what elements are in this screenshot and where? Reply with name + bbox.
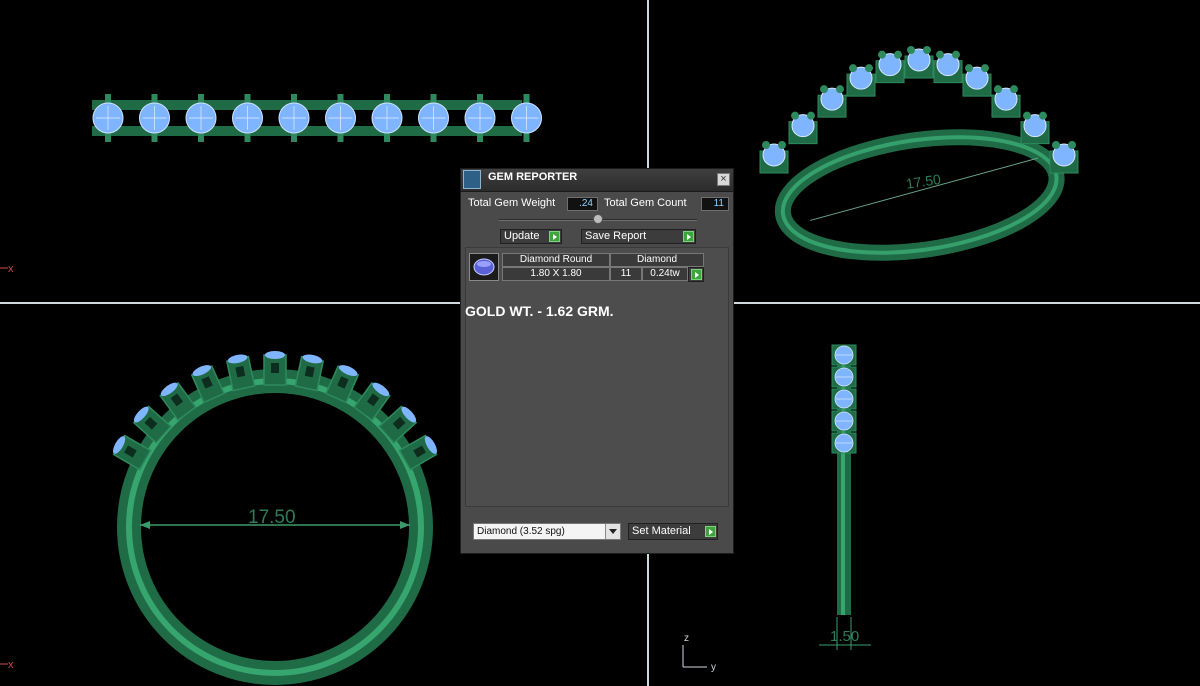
total-gem-weight-label: Total Gem Weight [468,197,556,209]
save-report-button-label: Save Report [585,230,647,242]
prong-tip [923,46,931,54]
dimension-line-perspective [810,157,1038,221]
diamond-round-icon[interactable] [469,253,499,281]
panel-slider-knob[interactable] [593,214,603,224]
prong-tip [807,111,815,120]
ring-band-top [92,94,542,142]
gold-weight-note: GOLD WT. - 1.62 GRM. [465,303,614,319]
play-arrow-icon [705,526,716,537]
play-arrow-icon [683,231,694,242]
axis-x-label-front: x [8,659,14,671]
axis-y-label: y [711,662,716,673]
material-select[interactable]: Diamond (3.52 spg) [473,523,621,540]
prong-tip [1010,85,1018,94]
prong-tip [1068,141,1076,149]
prong-tip [907,46,915,54]
dimension-label-side: 1.50 [830,628,859,645]
dimension-arrow-left [140,521,150,529]
gem-row-go-button[interactable] [688,267,704,282]
material-select-value: Diamond (3.52 spg) [477,526,565,537]
prong-tip [981,64,989,73]
axis-x-label-top: x [8,263,14,275]
dialog-title: GEM REPORTER [488,171,578,183]
prong-tip [865,64,873,73]
prong-tip [820,85,828,94]
close-icon[interactable]: × [717,173,730,186]
gem-shape-cell[interactable]: Diamond Round [502,253,610,267]
prong-tip [994,85,1002,94]
save-report-button[interactable]: Save Report [581,229,696,244]
axis-z-label: z [684,633,689,644]
gem-reporter-dialog: GEM REPORTER × Total Gem Weight .24 Tota… [460,168,734,554]
update-button-label: Update [504,230,540,242]
total-gem-count-label: Total Gem Count [604,197,687,209]
gem-size-cell[interactable]: 1.80 X 1.80 [502,267,610,281]
total-gem-weight-value: .24 [567,197,598,211]
gem-list-panel [465,247,729,507]
prong-tip [762,141,770,149]
gem-stone [265,351,285,359]
prong-tip [1023,111,1031,120]
dialog-titlebar[interactable]: GEM REPORTER × [461,169,733,192]
prong-tip [952,50,960,59]
gem-reporter-app-icon [463,170,481,189]
play-arrow-icon [691,269,702,280]
prong-tip [1039,111,1047,120]
chevron-down-icon[interactable] [605,524,620,539]
dimension-label-perspective: 17.50 [905,171,942,192]
prong-tip [791,111,799,120]
dimension-label-front: 17.50 [248,507,296,528]
gem-column-side [831,344,857,454]
prong-tip [849,64,857,73]
gem-material-cell[interactable]: Diamond [610,253,704,267]
set-material-button[interactable]: Set Material [628,523,718,540]
prong-tip [778,141,786,149]
total-gem-count-value: 11 [701,197,729,211]
play-arrow-icon [549,231,560,242]
set-material-button-label: Set Material [632,525,691,537]
prong-tip [894,50,902,59]
prong-tip [936,50,944,59]
prong-tip [1052,141,1060,149]
prong-tip [878,50,886,59]
gem-basket-window [271,363,279,373]
gem-setting [263,351,287,386]
gem-count-cell[interactable]: 11 [610,267,642,281]
gem-weight-cell[interactable]: 0.24tw [642,267,688,281]
dimension-arrow-right [400,521,410,529]
prong-tip [836,85,844,94]
prong-tip [965,64,973,73]
update-button[interactable]: Update [500,229,562,244]
